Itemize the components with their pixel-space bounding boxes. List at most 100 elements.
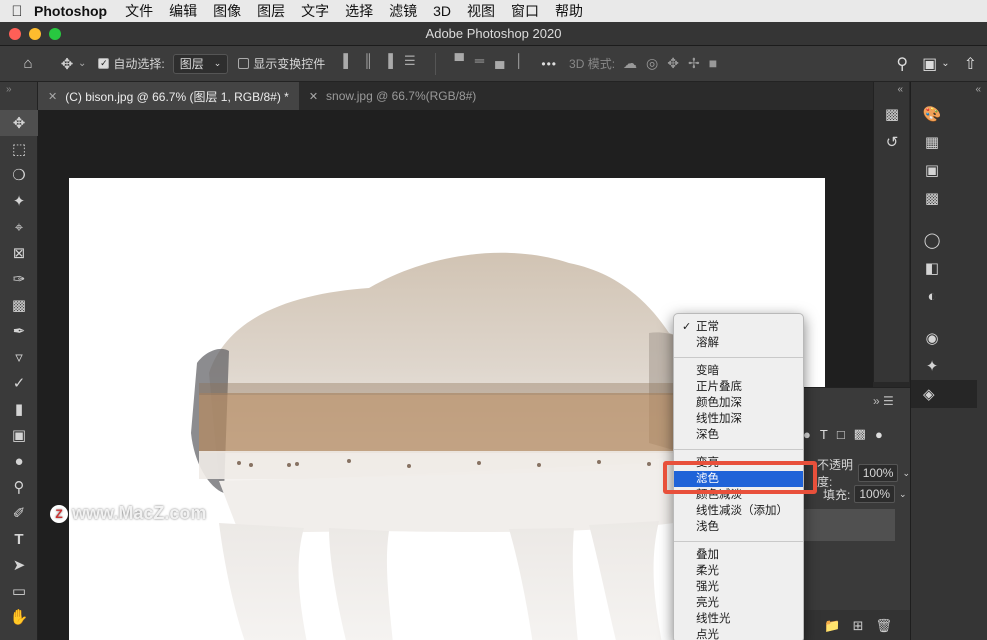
minimize-window-button[interactable] [29,28,41,40]
expand-toolbar-icon[interactable]: » [0,82,37,110]
stamp-tool-icon[interactable]: ▿ [0,344,38,370]
paths-panel-icon[interactable]: ✦ [911,352,953,380]
filter-type-icon[interactable]: ● [803,427,811,442]
tab-bison[interactable]: ✕ (C) bison.jpg @ 66.7% (图层 1, RGB/8#) * [38,82,299,110]
3d-scale-icon[interactable]: ■ [709,55,717,72]
expand-panels-icon[interactable]: « [874,82,909,100]
history-panel-icon[interactable]: ↺ [874,128,910,156]
more-options-button[interactable]: ••• [541,57,557,71]
fill-chevron-icon[interactable]: ⌄ [899,489,907,500]
auto-select-checkbox[interactable]: ✓ [98,58,110,69]
close-tab-icon[interactable]: ✕ [309,90,318,103]
menu-image[interactable]: 图像 [213,1,241,21]
blend-option[interactable]: 线性减淡（添加） [674,503,803,519]
align-vcenter-icon[interactable]: ═ [475,53,484,75]
align-top-icon[interactable]: ▀ [455,53,464,75]
show-transform-checkbox[interactable] [238,58,250,69]
libraries-panel-icon[interactable]: ◧ [911,254,953,282]
3d-orbit-icon[interactable]: ☁ [623,55,637,72]
home-icon[interactable]: ⌂ [0,55,56,72]
menu-view[interactable]: 视图 [467,1,495,21]
opacity-input[interactable]: 100% [857,464,899,482]
gradient-tool-icon[interactable]: ▣ [0,422,38,448]
blend-option[interactable]: 叠加 [674,547,803,563]
close-tab-icon[interactable]: ✕ [48,90,57,103]
blend-option[interactable]: 点光 [674,627,803,640]
type-tool-icon[interactable]: T [0,526,38,552]
eyedropper-tool-icon[interactable]: ✑ [0,266,38,292]
blend-option[interactable]: 线性加深 [674,411,803,427]
blend-option[interactable]: 线性光 [674,611,803,627]
marquee-tool-icon[interactable]: ⬚ [0,136,38,162]
align-left-icon[interactable]: ▌ [343,53,352,75]
align-right-icon[interactable]: ▐ [384,53,393,75]
color-panel-icon[interactable]: 🎨 [911,100,953,128]
blend-option[interactable]: 溶解 [674,335,803,351]
filter-smart-object-icon[interactable]: ▩ [854,426,866,442]
blend-option[interactable]: 正片叠底 [674,379,803,395]
auto-select-dropdown[interactable]: 图层 ⌄ [172,53,229,74]
blend-option[interactable]: 强光 [674,579,803,595]
move-tool-icon[interactable]: ✥ [0,110,38,136]
new-layer-icon[interactable]: ⊞ [853,618,864,634]
new-group-icon[interactable]: 📁 [824,618,840,634]
blend-option[interactable]: 浅色 [674,519,803,535]
blend-option[interactable]: 亮光 [674,595,803,611]
blur-tool-icon[interactable]: ● [0,448,38,474]
blend-option[interactable]: ✓ 正常 [674,319,803,335]
opacity-chevron-icon[interactable]: ⌄ [902,468,910,479]
history-brush-tool-icon[interactable]: ✓ [0,370,38,396]
tab-snow[interactable]: ✕ snow.jpg @ 66.7%(RGB/8#) [299,82,486,110]
channels-panel-icon[interactable]: ◉ [911,324,953,352]
layers-panel-icon[interactable]: ◈ [911,380,977,408]
lasso-tool-icon[interactable]: ❍ [0,162,38,188]
brush-tool-icon[interactable]: ✒ [0,318,38,344]
hand-tool-icon[interactable]: ✋ [0,604,38,630]
magic-wand-tool-icon[interactable]: ✦ [0,188,38,214]
distribute-icon[interactable]: ☰ [404,53,416,75]
adjustments-panel-icon[interactable]: ◐ [911,282,953,310]
distribute-vertical-icon[interactable]: │ [515,53,523,75]
tool-preset-chevron-icon[interactable]: ⌄ [78,58,86,69]
3d-slide-icon[interactable]: ✢ [688,55,700,72]
3d-panel-icon[interactable]: ▩ [874,100,910,128]
menu-layer[interactable]: 图层 [257,1,285,21]
3d-roll-icon[interactable]: ◎ [646,55,658,72]
frame-tool-icon[interactable]: ⊠ [0,240,38,266]
align-hcenter-icon[interactable]: ║ [364,53,373,75]
share-icon[interactable]: ⇧ [964,54,977,74]
fill-input[interactable]: 100% [854,485,896,503]
search-icon[interactable]: ⚲ [896,54,908,74]
menu-select[interactable]: 选择 [345,1,373,21]
menu-type[interactable]: 文字 [301,1,329,21]
workspace-chevron-icon[interactable]: ⌄ [941,58,949,69]
filter-toggle-icon[interactable]: ● [875,427,883,442]
apple-icon[interactable]:  [0,3,34,20]
menu-3d[interactable]: 3D [433,3,451,19]
close-window-button[interactable] [9,28,21,40]
selected-layer-row[interactable] [803,509,895,541]
healing-brush-tool-icon[interactable]: ▩ [0,292,38,318]
app-menu[interactable]: Photoshop [34,3,107,19]
menu-edit[interactable]: 编辑 [169,1,197,21]
swatches-panel-icon[interactable]: ▦ [911,128,953,156]
collapse-panels-icon[interactable]: « [911,82,987,100]
rectangle-tool-icon[interactable]: ▭ [0,578,38,604]
menu-window[interactable]: 窗口 [511,1,539,21]
blend-option[interactable]: 变暗 [674,363,803,379]
dodge-tool-icon[interactable]: ⚲ [0,474,38,500]
blend-option[interactable]: 颜色加深 [674,395,803,411]
path-selection-tool-icon[interactable]: ➤ [0,552,38,578]
move-tool-icon[interactable]: ✥ [56,55,78,73]
panel-menu-icon[interactable]: » ☰ [873,394,894,408]
pen-tool-icon[interactable]: ✐ [0,500,38,526]
zoom-window-button[interactable] [49,28,61,40]
menu-file[interactable]: 文件 [125,1,153,21]
workspace-icon[interactable]: ▣ [922,54,937,74]
filter-text-icon[interactable]: T [820,427,828,442]
blend-option[interactable]: 深色 [674,427,803,443]
eraser-tool-icon[interactable]: ▮ [0,396,38,422]
3d-pan-icon[interactable]: ✥ [667,55,679,72]
gradients-panel-icon[interactable]: ▣ [911,156,953,184]
crop-tool-icon[interactable]: ⌖ [0,214,38,240]
